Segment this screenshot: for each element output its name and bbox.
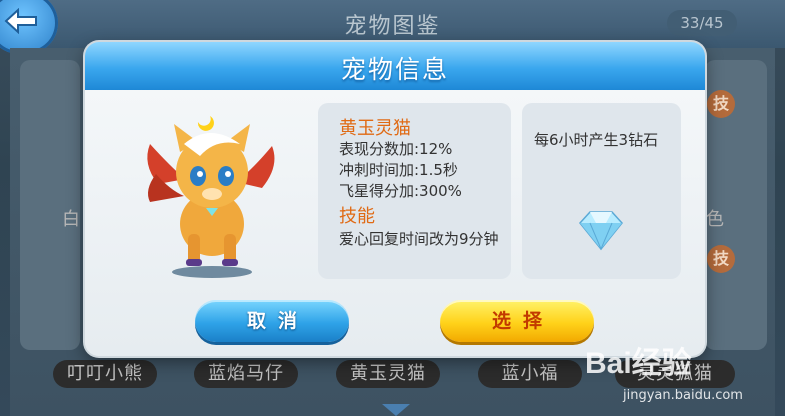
stat-line: 冲刺时间加:1.5秒: [339, 161, 458, 179]
stat-line: 飞星得分加:300%: [339, 182, 462, 200]
skill-badge: 技: [707, 245, 735, 273]
scroll-down-icon[interactable]: [382, 404, 410, 416]
pet-name-label: 黄玉灵猫: [336, 360, 440, 388]
baidu-watermark: Bai经验 jingyan.baidu.com: [585, 330, 785, 416]
pet-cat-image: [147, 116, 275, 278]
select-button[interactable]: 选择: [440, 300, 594, 342]
skill-description: 爱心回复时间改为9分钟: [339, 230, 499, 248]
pet-name-label: 蓝小福: [478, 360, 582, 388]
watermark-text: Bai经验: [585, 347, 692, 380]
cancel-button[interactable]: 取消: [195, 300, 349, 342]
diamond-icon: [579, 211, 623, 251]
stat-line: 表现分数加:12%: [339, 140, 453, 158]
dialog-title: 宠物信息: [340, 55, 449, 84]
pet-ability-box: 每6小时产生3钻石: [522, 103, 681, 279]
pet-stats-box: 黄玉灵猫 表现分数加:12% 冲刺时间加:1.5秒 飞星得分加:300% 技能 …: [318, 103, 511, 279]
pet-name-label: 叮叮小熊: [53, 360, 157, 388]
skill-badge: 技: [707, 90, 735, 118]
pet-name-partial: 色: [706, 209, 724, 230]
skill-heading: 技能: [339, 206, 375, 227]
pet-name-partial: 白: [62, 209, 80, 230]
collection-count: 33/45: [667, 10, 737, 36]
ability-description: 每6小时产生3钻石: [534, 131, 659, 149]
pet-name: 黄玉灵猫: [339, 118, 411, 139]
pet-name-label: 蓝焰马仔: [194, 360, 298, 388]
watermark-url: jingyan.baidu.com: [623, 388, 743, 403]
pet-info-dialog: 宠物信息 黄玉灵猫 表现分数加:12% 冲刺时间加:1.5秒 飞星得分加:300…: [85, 42, 705, 356]
